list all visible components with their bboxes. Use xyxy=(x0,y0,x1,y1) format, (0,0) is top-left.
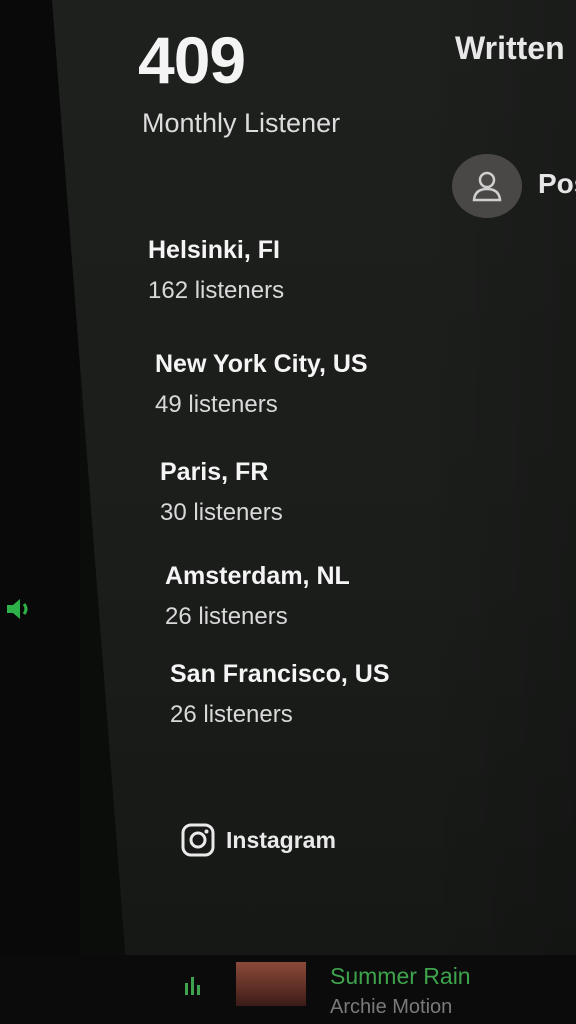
credit-person-name[interactable]: Pos xyxy=(538,168,576,200)
city-name: Paris, FR xyxy=(160,458,269,486)
panel-shade xyxy=(420,0,576,955)
person-icon xyxy=(472,171,502,202)
credits-header: Written xyxy=(455,30,565,66)
album-art[interactable] xyxy=(236,962,306,1006)
city-listeners: 49 listeners xyxy=(155,391,278,418)
city-name: New York City, US xyxy=(155,350,368,378)
track-title[interactable]: Summer Rain xyxy=(330,963,471,990)
city-name: San Francisco, US xyxy=(170,660,390,688)
city-item: San Francisco, US 26 listeners xyxy=(170,660,390,729)
city-listeners: 162 listeners xyxy=(148,277,285,304)
city-item: Amsterdam, NL 26 listeners xyxy=(165,562,350,631)
city-item: New York City, US 49 listeners xyxy=(155,350,368,419)
instagram-icon xyxy=(181,823,215,857)
credit-avatar[interactable] xyxy=(452,154,522,218)
monthly-listeners-count: 409 xyxy=(138,23,246,97)
monthly-listeners-label: Monthly Listener xyxy=(142,108,341,138)
city-item: Paris, FR 30 listeners xyxy=(160,458,283,527)
instagram-label: Instagram xyxy=(226,826,336,853)
city-name: Amsterdam, NL xyxy=(165,562,350,590)
speaker-icon[interactable] xyxy=(4,597,34,621)
city-item: Helsinki, FI 162 listeners xyxy=(148,236,284,305)
track-artist[interactable]: Archie Motion xyxy=(330,996,452,1019)
city-name: Helsinki, FI xyxy=(148,236,280,264)
city-listeners: 30 listeners xyxy=(160,499,283,526)
city-listeners: 26 listeners xyxy=(165,603,288,630)
equalizer-icon xyxy=(185,977,200,995)
instagram-link[interactable]: Instagram xyxy=(180,822,336,858)
city-listeners: 26 listeners xyxy=(170,701,293,728)
